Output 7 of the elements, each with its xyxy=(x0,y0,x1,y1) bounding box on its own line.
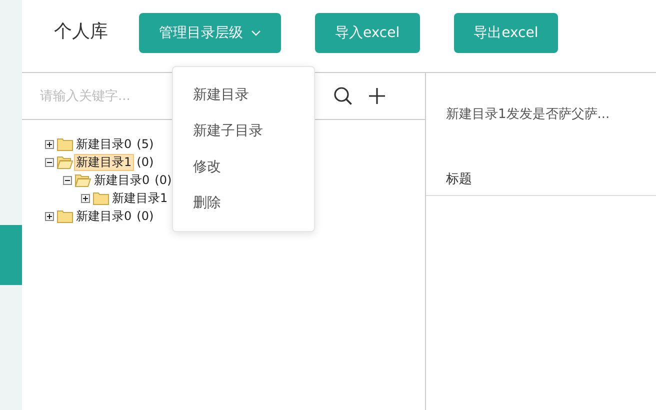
item-count: (0) xyxy=(136,155,154,169)
summary-text: 新建目录1发发是否萨父萨... xyxy=(445,106,611,124)
page-title: 个人库 xyxy=(53,20,109,43)
item-count: (0) xyxy=(136,209,154,223)
item-count: (0) xyxy=(154,173,172,187)
column-header: 标题 xyxy=(426,163,656,196)
item-count: (5) xyxy=(136,137,154,151)
